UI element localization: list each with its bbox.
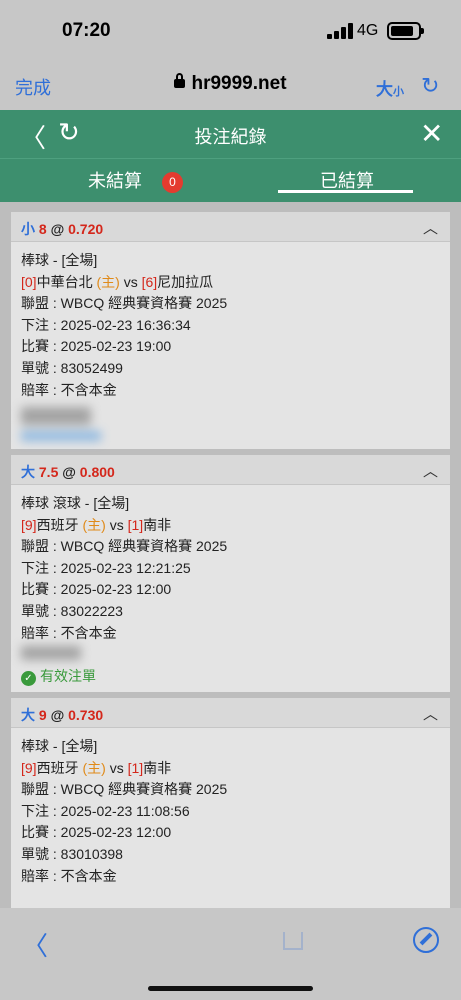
home-number: [9] [21,759,37,776]
ticket-number: 單號 : 83052499 [21,359,123,376]
redacted-area [21,646,440,664]
bet-card: 小 8 @ 0.720 ︿ 棒球 - [全場] [0]中華台北 (主) vs [… [11,212,450,449]
odds-type: 賠率 : 不含本金 [21,381,117,398]
bet-odds: 0.800 [79,464,115,480]
match-time: 比賽 : 2025-02-23 12:00 [21,581,172,598]
match-time: 比賽 : 2025-02-23 12:00 [21,824,172,841]
bet-matchup: [9]西班牙 (主) vs [1]南非 [21,758,440,780]
text-size-small: 小 [393,86,404,98]
browser-bar: 完成 hr9999.net 大小 ↻ [0,62,461,110]
bet-line: 8 [38,221,47,237]
match-time: 比賽 : 2025-02-23 19:00 [21,338,172,355]
bet-matchup: [0]中華台北 (主) vs [6]尼加拉瓜 [21,272,440,294]
redacted-area [21,407,440,451]
text-size-large: 大 [376,80,393,99]
ticket-number: 單號 : 83022223 [21,602,123,619]
vs-label: vs [109,516,124,533]
bet-card-header[interactable]: 大 9 @ 0.730 ︿ [11,698,450,728]
bet-league: 聯盟 : WBCQ 經典賽資格賽 2025 [21,538,228,555]
bet-card-header[interactable]: 小 8 @ 0.720 ︿ [11,212,450,242]
text-size-button[interactable]: 大小 [376,75,404,100]
home-tag: (主) [96,273,120,290]
chevron-up-icon[interactable]: ︿ [423,217,438,238]
signal-icon [327,23,353,39]
home-team: 西班牙 [36,516,79,533]
bet-sport: 棒球 滾球 - [全場] [21,495,130,511]
bet-card-body: 棒球 - [全場] [9]西班牙 (主) vs [1]南非 聯盟 : WBCQ … [11,728,450,887]
bet-league: 聯盟 : WBCQ 經典賽資格賽 2025 [21,781,228,798]
bet-time: 下注 : 2025-02-23 16:36:34 [21,316,191,333]
bet-card-body: 棒球 - [全場] [0]中華台北 (主) vs [6]尼加拉瓜 聯盟 : WB… [11,242,450,451]
away-number: [1] [127,516,144,533]
tab-unsettled[interactable]: 未結算 [88,167,142,193]
home-tag: (主) [82,759,106,776]
bet-at: @ [50,221,65,237]
bet-time: 下注 : 2025-02-23 11:08:56 [21,802,190,819]
bet-league: 聯盟 : WBCQ 經典賽資格賽 2025 [21,295,228,312]
bet-card: 大 7.5 @ 0.800 ︿ 棒球 滾球 - [全場] [9]西班牙 (主) … [11,455,450,692]
bet-card-body: 棒球 滾球 - [全場] [9]西班牙 (主) vs [1]南非 聯盟 : WB… [11,485,450,688]
lock-icon [174,73,186,88]
odds-type: 賠率 : 不含本金 [21,867,117,884]
bet-sport: 棒球 - [全場] [21,738,98,754]
unsettled-count-badge: 0 [162,172,183,193]
odds-type: 賠率 : 不含本金 [21,624,117,641]
compass-icon[interactable] [413,927,439,953]
url-text: hr9999.net [191,73,287,94]
bet-card: 大 9 @ 0.730 ︿ 棒球 - [全場] [9]西班牙 (主) vs [1… [11,698,450,908]
away-team: 尼加拉瓜 [157,273,214,290]
bet-line: 7.5 [38,464,59,480]
active-tab-indicator [278,190,413,193]
share-icon[interactable] [283,932,303,950]
bet-at: @ [50,707,65,723]
bet-line: 9 [38,707,47,723]
bet-matchup: [9]西班牙 (主) vs [1]南非 [21,515,440,537]
home-team: 中華台北 [36,273,93,290]
close-icon[interactable]: ✕ [420,117,443,150]
bet-odds: 0.730 [68,707,104,723]
check-icon: ✓ [21,671,36,687]
home-team: 西班牙 [36,759,79,776]
status-bar: 07:20 4G [0,0,461,62]
bet-odds: 0.720 [68,221,104,237]
bet-status: ✓ 有效注單 [21,666,440,688]
ticket-number: 單號 : 83010398 [21,845,123,862]
chevron-up-icon[interactable]: ︿ [423,460,438,481]
away-team: 南非 [143,759,172,776]
vs-label: vs [123,273,138,290]
bet-at: @ [62,464,76,480]
bet-time: 下注 : 2025-02-23 12:21:25 [21,559,191,576]
reload-icon[interactable]: ↻ [421,73,439,99]
away-number: [1] [127,759,144,776]
bet-status-label: 有效注單 [40,668,96,685]
home-indicator [148,986,313,991]
browser-back-icon[interactable]: 〈 [22,926,48,963]
network-type: 4G [357,22,379,39]
app-header: 〈 ↻ 投注紀錄 ✕ [0,110,461,158]
status-time: 07:20 [62,20,111,41]
away-number: [6] [141,273,158,290]
away-team: 南非 [143,516,172,533]
page-title: 投注紀錄 [194,127,267,147]
bet-side: 小 [21,221,35,237]
home-tag: (主) [82,516,106,533]
battery-icon [387,22,424,40]
bet-sport: 棒球 - [全場] [21,252,98,268]
vs-label: vs [109,759,124,776]
bet-card-header[interactable]: 大 7.5 @ 0.800 ︿ [11,455,450,485]
bet-side: 大 [21,464,35,480]
home-number: [0] [21,273,37,290]
home-number: [9] [21,516,37,533]
chevron-up-icon[interactable]: ︿ [423,703,438,724]
tab-bar: 未結算 0 已結算 [0,158,461,202]
bet-side: 大 [21,707,35,723]
